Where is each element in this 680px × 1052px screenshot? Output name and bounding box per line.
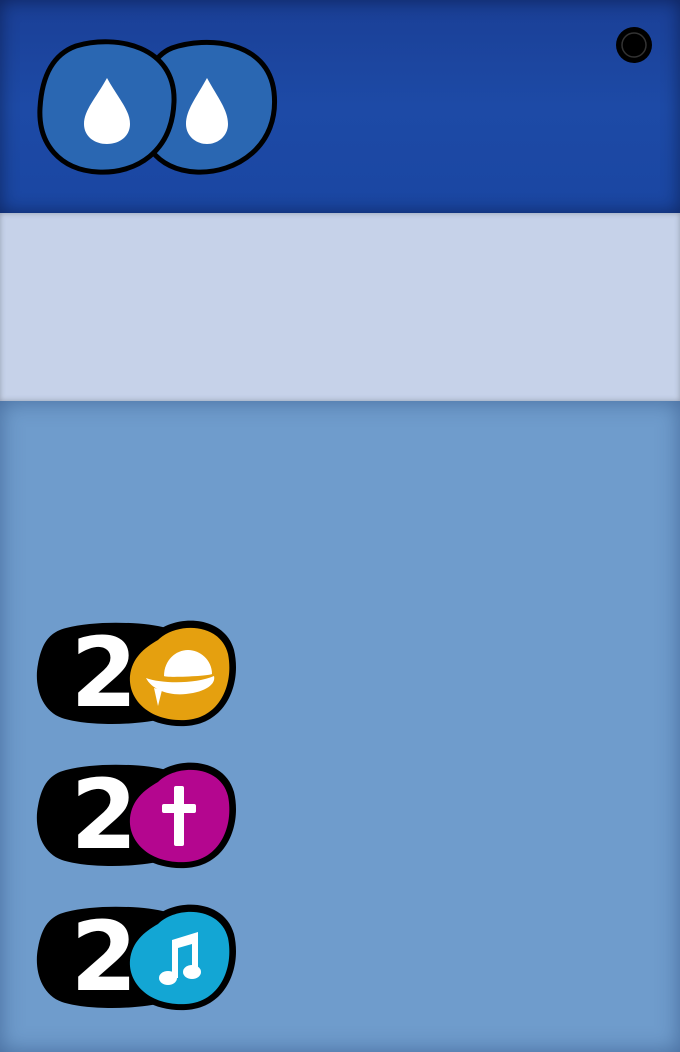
- ability-value: 2: [70, 617, 138, 729]
- ability-value: 2: [70, 759, 138, 871]
- title-band: [0, 213, 680, 401]
- black-dot-icon: [616, 27, 652, 63]
- water-drop-icon: [37, 39, 177, 175]
- ability-value: 2: [70, 901, 138, 1013]
- card-header: [0, 0, 680, 213]
- cost-icons: [37, 39, 278, 175]
- ability-row: 2: [36, 898, 240, 1016]
- ability-row: 2: [36, 614, 240, 732]
- game-card[interactable]: 2 2 2: [0, 0, 680, 1052]
- ability-row: 2: [36, 756, 240, 874]
